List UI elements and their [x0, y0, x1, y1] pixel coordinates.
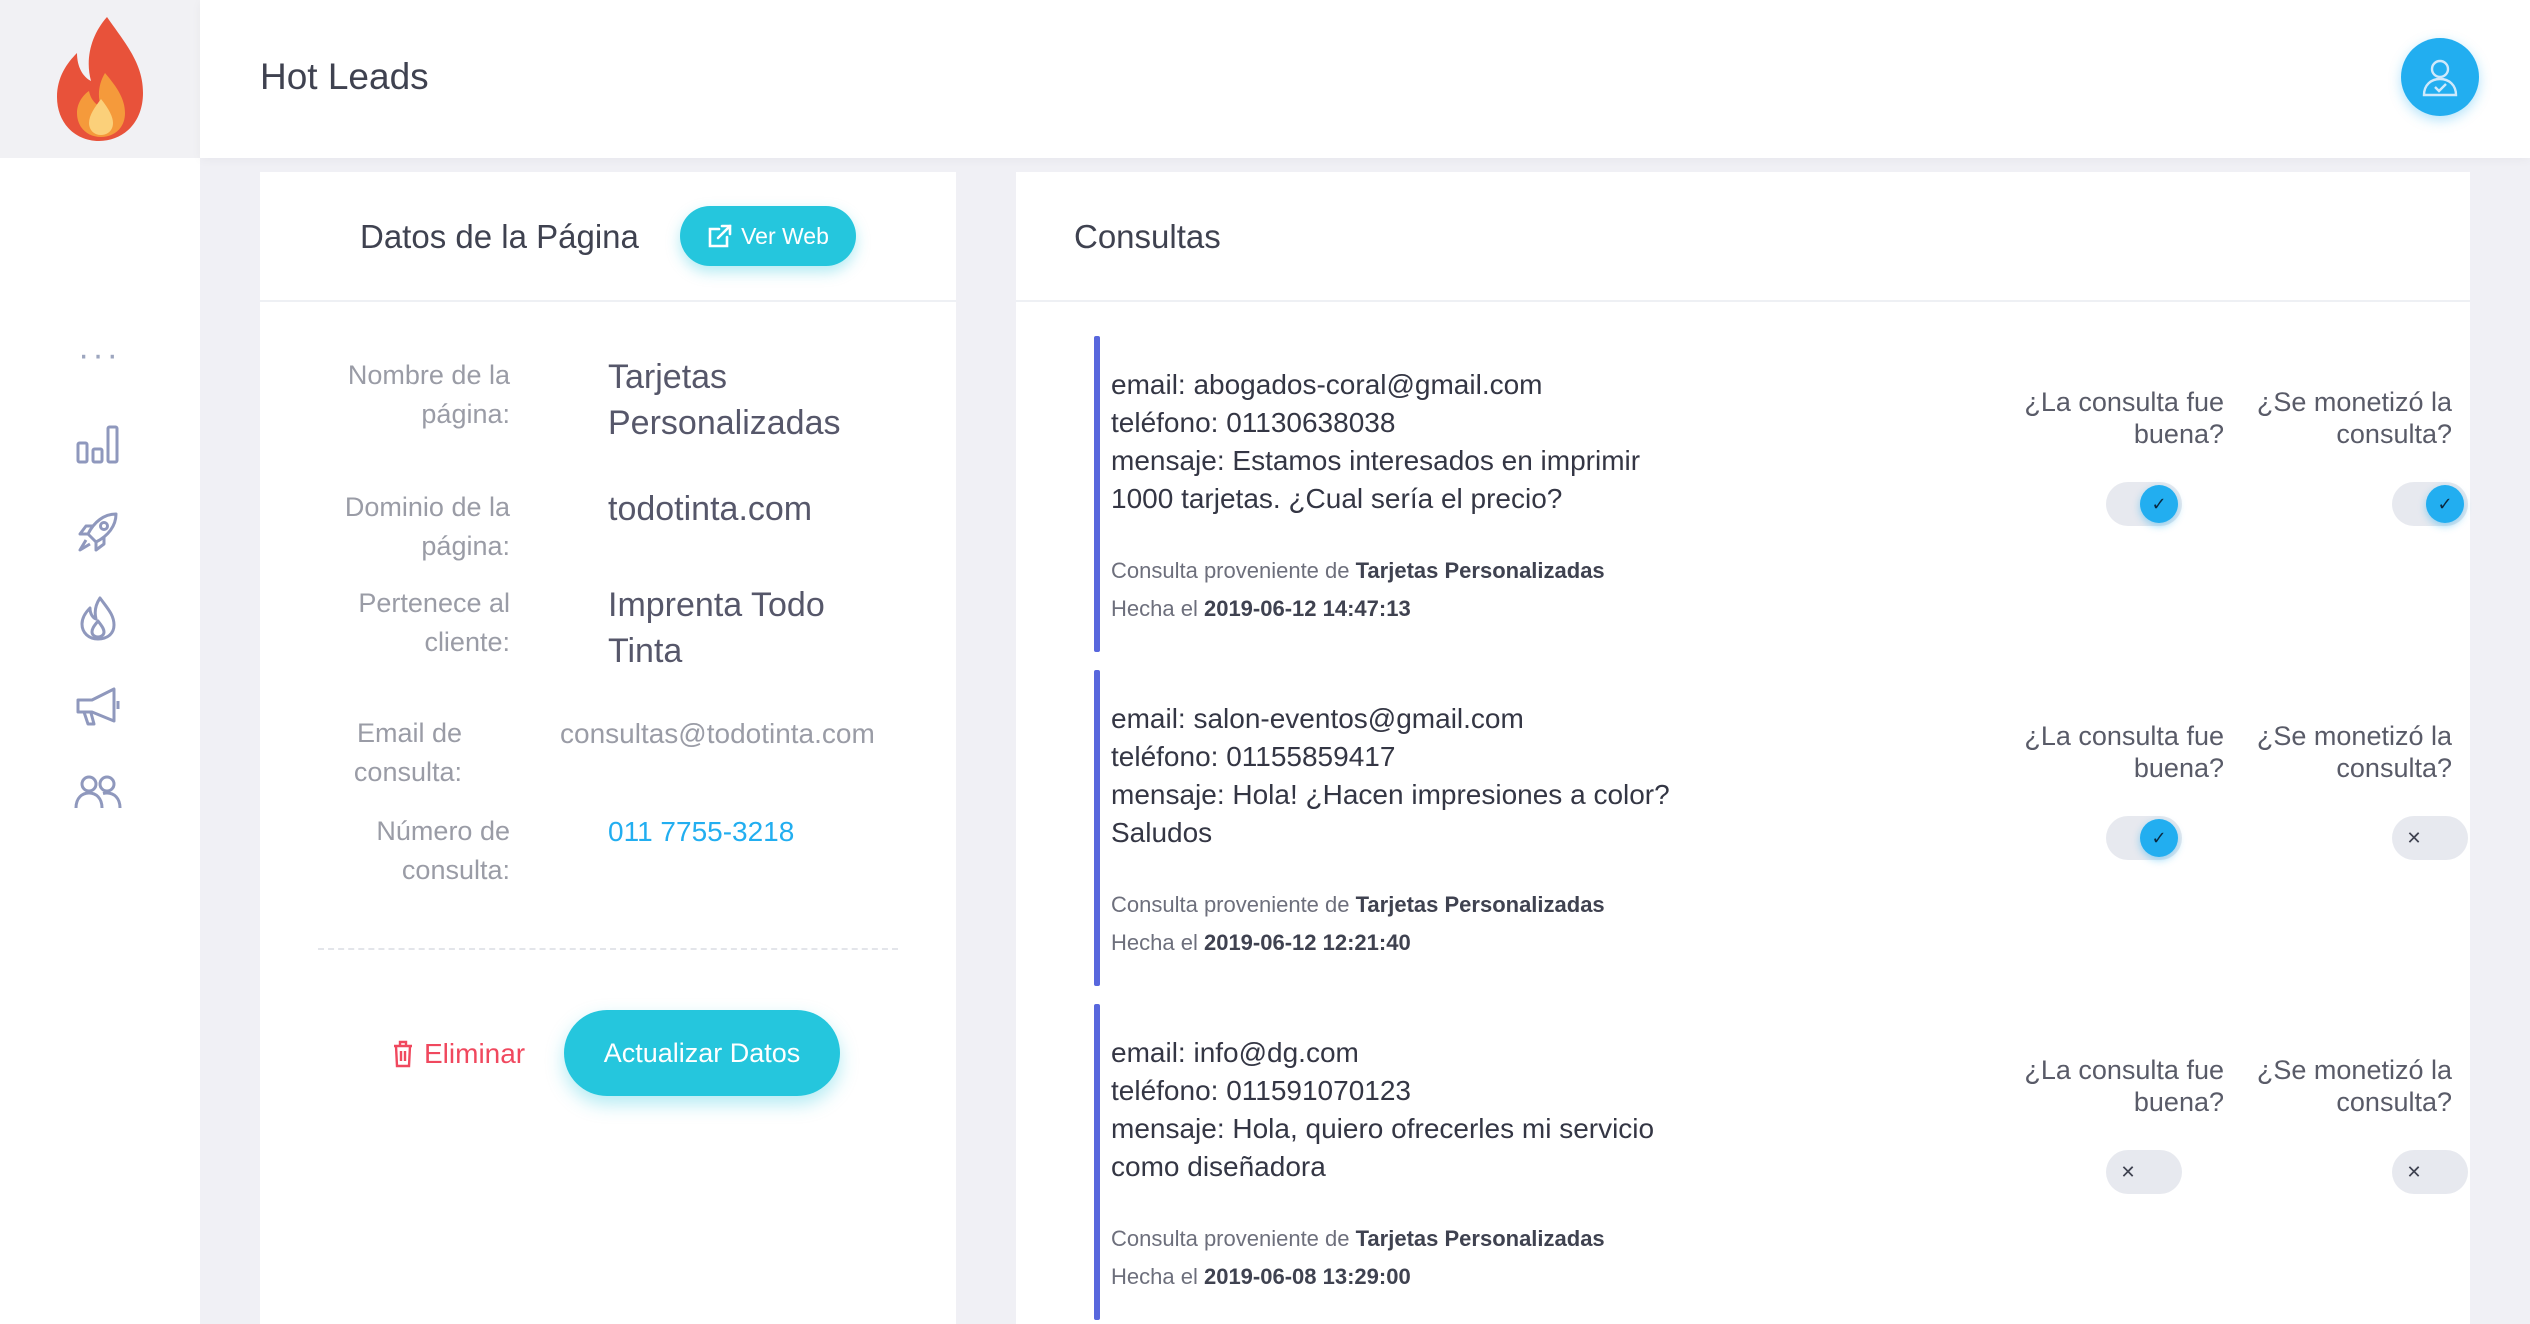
flame-icon — [80, 596, 116, 641]
users-icon — [74, 775, 122, 809]
question-monetized-label: ¿Se monetizó la consulta? — [2256, 387, 2452, 449]
date-prefix: Hecha el — [1111, 596, 1198, 621]
origin-prefix: Consulta proveniente de — [1111, 892, 1350, 917]
consulta-phone: teléfono: 011591070123 — [1111, 1075, 1411, 1106]
sidebar-item-campaigns[interactable] — [66, 674, 130, 738]
consulta-phone: teléfono: 01155859417 — [1111, 741, 1396, 772]
consultas-card: Consultas email: abogados-coral@gmail.co… — [1016, 172, 2470, 1324]
check-icon: ✓ — [2140, 819, 2178, 857]
consulta-date: Hecha el 2019-06-12 14:47:13 — [1111, 594, 1411, 624]
date-value: 2019-06-08 13:29:00 — [1203, 1264, 1411, 1289]
consulta-item: email: info@dg.com teléfono: 01159107012… — [1094, 1004, 2468, 1320]
question-monetized-label: ¿Se monetizó la consulta? — [2256, 721, 2452, 783]
consulta-date: Hecha el 2019-06-08 13:29:00 — [1111, 1262, 1411, 1292]
page-data-card-header: Datos de la Página Ver Web — [260, 172, 956, 302]
origin-prefix: Consulta proveniente de — [1111, 1226, 1350, 1251]
consulta-item: email: salon-eventos@gmail.com teléfono:… — [1094, 670, 2468, 986]
field-label-client: Pertenece al cliente: — [358, 588, 510, 657]
sidebar: ··· — [0, 0, 200, 1324]
consulta-email: email: abogados-coral@gmail.com — [1111, 369, 1543, 400]
top-header: Hot Leads — [200, 0, 2530, 158]
user-avatar[interactable] — [2401, 38, 2479, 116]
origin-value: Tarjetas Personalizadas — [1355, 1226, 1605, 1251]
consulta-message-cont: como diseñadora — [1111, 1151, 1326, 1182]
sidebar-item-launch[interactable] — [66, 500, 130, 564]
date-prefix: Hecha el — [1111, 930, 1198, 955]
divider — [318, 948, 898, 950]
date-value: 2019-06-12 12:21:40 — [1203, 930, 1411, 955]
origin-prefix: Consulta proveniente de — [1111, 558, 1350, 583]
external-link-icon — [708, 224, 732, 248]
delete-button[interactable]: Eliminar — [392, 1034, 525, 1074]
field-value-phone[interactable]: 011 7755-3218 — [608, 812, 908, 851]
question-good-label: ¿La consulta fue buena? — [2024, 1055, 2224, 1117]
consulta-message: mensaje: Hola! ¿Hacen impresiones a colo… — [1111, 779, 1670, 810]
check-icon: ✓ — [2426, 485, 2464, 523]
consulta-message: mensaje: Estamos interesados en imprimir — [1111, 445, 1641, 476]
consulta-accent-bar — [1094, 1004, 1100, 1320]
check-icon: ✓ — [2140, 485, 2178, 523]
rocket-icon — [78, 512, 118, 552]
field-label-email: Email de consulta: — [353, 718, 462, 787]
consulta-origin: Consulta proveniente de Tarjetas Persona… — [1111, 556, 1605, 586]
consulta-date: Hecha el 2019-06-12 12:21:40 — [1111, 928, 1411, 958]
field-value-client: Imprenta Todo Tinta — [608, 586, 825, 670]
origin-value: Tarjetas Personalizadas — [1355, 558, 1605, 583]
consulta-phone: teléfono: 01130638038 — [1111, 407, 1396, 438]
consulta-item: email: abogados-coral@gmail.com teléfono… — [1094, 336, 2468, 652]
close-icon: ✕ — [2395, 819, 2433, 857]
ver-web-button[interactable]: Ver Web — [680, 206, 856, 266]
monetized-toggle[interactable]: ✓ — [2392, 482, 2468, 526]
consulta-accent-bar — [1094, 670, 1100, 986]
close-icon: ✕ — [2109, 1153, 2147, 1191]
field-value-domain: todotinta.com — [608, 490, 813, 528]
consultas-title: Consultas — [1074, 218, 1221, 255]
question-monetized-label: ¿Se monetizó la consulta? — [2256, 1055, 2452, 1117]
consulta-message: mensaje: Hola, quiero ofrecerles mi serv… — [1111, 1113, 1655, 1144]
field-value-email: consultas@todotinta.com — [560, 718, 875, 749]
user-icon — [2422, 59, 2458, 97]
consulta-email: email: salon-eventos@gmail.com — [1111, 703, 1524, 734]
origin-value: Tarjetas Personalizadas — [1355, 892, 1605, 917]
question-good-label: ¿La consulta fue buena? — [2024, 721, 2224, 783]
field-label-phone: Número de consulta: — [376, 816, 510, 885]
ver-web-label: Ver Web — [741, 222, 829, 249]
monetized-toggle[interactable]: ✕ — [2392, 1150, 2468, 1194]
consulta-accent-bar — [1094, 336, 1100, 652]
more-dots-icon[interactable]: ··· — [78, 338, 121, 372]
sidebar-item-stats[interactable] — [66, 412, 130, 476]
delete-label: Eliminar — [424, 1038, 526, 1069]
good-toggle[interactable]: ✓ — [2106, 482, 2182, 526]
good-toggle[interactable]: ✓ — [2106, 816, 2182, 860]
good-toggle[interactable]: ✕ — [2106, 1150, 2182, 1194]
trash-icon — [394, 1040, 412, 1068]
consulta-email: email: info@dg.com — [1111, 1037, 1359, 1068]
consulta-origin: Consulta proveniente de Tarjetas Persona… — [1111, 890, 1605, 920]
close-icon: ✕ — [2395, 1153, 2433, 1191]
page-title: Hot Leads — [260, 56, 429, 97]
page-data-card: Datos de la Página Ver Web Nombre de la … — [260, 172, 956, 1324]
date-value: 2019-06-12 14:47:13 — [1203, 596, 1411, 621]
megaphone-icon — [76, 687, 120, 726]
flame-logo-icon — [57, 17, 143, 141]
consultas-card-header: Consultas — [1016, 172, 2470, 302]
sidebar-item-hot-leads[interactable] — [66, 586, 130, 650]
bar-chart-icon — [76, 425, 119, 464]
date-prefix: Hecha el — [1111, 1264, 1198, 1289]
field-value-page-name: Tarjetas Personalizadas — [608, 358, 841, 442]
sidebar-item-clients[interactable] — [66, 760, 130, 824]
monetized-toggle[interactable]: ✕ — [2392, 816, 2468, 860]
update-data-button[interactable]: Actualizar Datos — [564, 1010, 840, 1096]
field-label-domain: Dominio de la página: — [344, 492, 510, 561]
consulta-origin: Consulta proveniente de Tarjetas Persona… — [1111, 1224, 1605, 1254]
app-logo[interactable] — [0, 0, 200, 158]
field-label-page-name: Nombre de la página: — [347, 360, 510, 429]
consulta-message-cont: Saludos — [1111, 817, 1213, 848]
consulta-message-cont: 1000 tarjetas. ¿Cual sería el precio? — [1111, 483, 1563, 514]
page-data-title: Datos de la Página — [360, 218, 639, 255]
question-good-label: ¿La consulta fue buena? — [2024, 387, 2224, 449]
